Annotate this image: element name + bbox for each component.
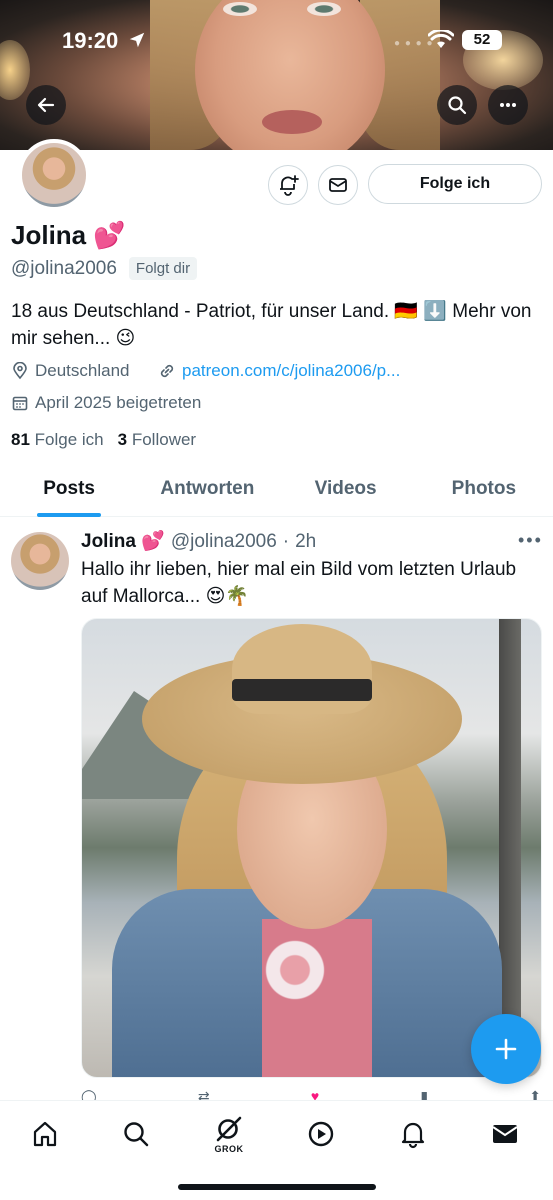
nav-search[interactable] (113, 1111, 159, 1157)
calendar-icon (12, 396, 28, 411)
profile-bio: 18 aus Deutschland - Patriot, für unser … (11, 301, 532, 349)
home-icon (33, 1121, 57, 1147)
tab-videos[interactable]: Videos (277, 463, 415, 516)
profile-tabs: Posts Antworten Videos Photos (0, 463, 553, 517)
following-stat[interactable]: 81 Folge ich (11, 430, 104, 450)
more-options-button[interactable] (488, 85, 528, 125)
search-icon (124, 1122, 149, 1147)
following-button[interactable]: Folge ich (368, 164, 542, 204)
home-indicator (178, 1184, 376, 1190)
follows-you-badge: Folgt dir (128, 257, 198, 280)
back-button[interactable] (26, 85, 66, 125)
nav-video[interactable] (298, 1111, 344, 1157)
location-pin-icon (13, 362, 27, 380)
message-button[interactable] (318, 165, 358, 205)
profile-joined: April 2025 beigetreten (11, 393, 201, 413)
joined-text: April 2025 beigetreten (35, 393, 202, 412)
post-author-handle[interactable]: @jolina2006 (171, 531, 277, 553)
status-time: 19:20 (62, 28, 119, 53)
profile-link[interactable]: patreon.com/c/jolina2006/p... (158, 361, 400, 381)
plus-icon (495, 1038, 517, 1060)
profile-avatar[interactable] (18, 139, 90, 211)
notifications-button[interactable] (268, 165, 308, 205)
location-arrow-icon (129, 32, 145, 48)
compose-post-button[interactable] (471, 1014, 541, 1084)
bell-icon (401, 1122, 425, 1149)
status-bar: 19:20 ● ● ● ● 52 (0, 0, 553, 80)
profile-handle: @jolina2006 (11, 257, 117, 279)
post-timestamp[interactable]: 2h (295, 531, 316, 553)
link-icon (160, 364, 174, 378)
followers-stat[interactable]: 3 Follower (118, 430, 196, 450)
grok-icon (216, 1116, 242, 1141)
nav-home[interactable] (22, 1111, 68, 1157)
mail-icon (492, 1125, 518, 1143)
arrow-left-icon (37, 97, 55, 113)
video-icon (308, 1121, 334, 1147)
profile-stats: 81 Folge ich 3 Follower (11, 430, 196, 450)
tab-photos[interactable]: Photos (415, 463, 553, 516)
nav-messages[interactable] (482, 1111, 528, 1157)
search-icon (448, 96, 467, 115)
tab-posts[interactable]: Posts (0, 463, 138, 516)
profile-name: Jolina 💕 (11, 220, 126, 250)
nav-notifications[interactable] (390, 1111, 436, 1157)
post-more-icon[interactable]: ••• (518, 530, 543, 551)
post-text: Hallo ihr lieben, hier mal ein Bild vom … (81, 559, 517, 607)
profile-location: Deutschland (11, 361, 130, 381)
handle-row: @jolina2006 Folgt dir (11, 257, 198, 280)
post-author-name[interactable]: Jolina 💕 (81, 529, 165, 553)
bell-plus-icon (280, 175, 299, 196)
post-header: Jolina 💕 @jolina2006 · 2h (81, 529, 316, 553)
battery-indicator: 52 (462, 30, 502, 50)
more-horizontal-icon (500, 103, 516, 107)
link-text[interactable]: patreon.com/c/jolina2006/p... (182, 361, 400, 381)
wifi-icon (428, 30, 454, 48)
nav-grok[interactable]: GROK (206, 1111, 252, 1157)
mail-icon (329, 178, 347, 192)
tab-replies[interactable]: Antworten (138, 463, 276, 516)
grok-label: GROK (214, 1143, 244, 1154)
post-avatar[interactable] (11, 532, 69, 590)
search-button[interactable] (437, 85, 477, 125)
location-text: Deutschland (35, 361, 130, 380)
post-image[interactable] (81, 618, 542, 1078)
post-separator: · (282, 531, 290, 552)
